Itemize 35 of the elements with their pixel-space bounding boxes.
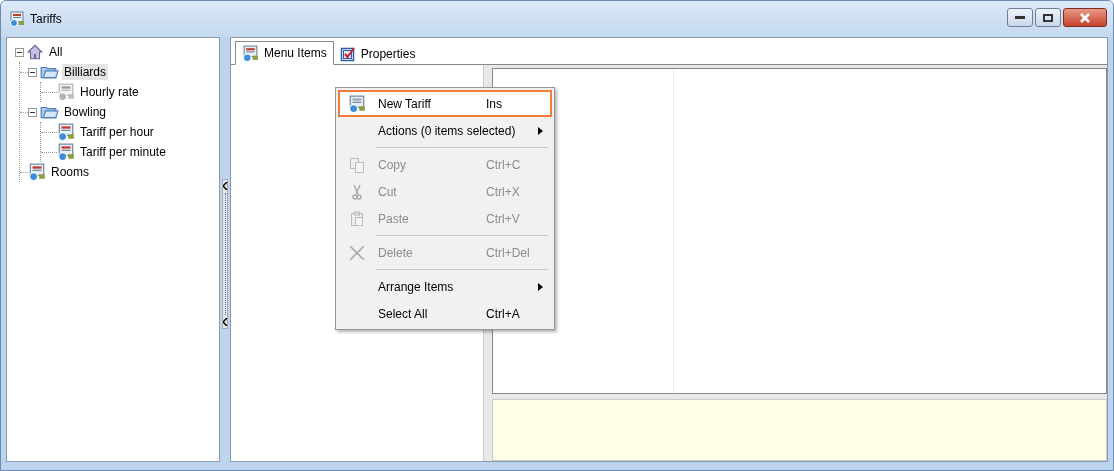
delete-icon (348, 243, 366, 262)
checkbox-icon (339, 46, 356, 62)
tariff-icon (348, 94, 366, 113)
minimize-button[interactable] (1007, 8, 1033, 27)
tab[interactable]: Properties (333, 43, 422, 65)
tree-item[interactable]: Rooms (49, 164, 91, 180)
submenu-arrow-icon (538, 126, 543, 135)
submenu-arrow-icon (538, 282, 543, 291)
tree-item[interactable]: Tariff per minute (78, 144, 168, 160)
scissors-icon (349, 183, 365, 200)
copy-icon (349, 156, 365, 173)
tree-item[interactable]: All (47, 44, 65, 60)
tree-item[interactable]: Billiards (62, 64, 108, 80)
window-title: Tariffs (30, 12, 62, 26)
maximize-icon (1043, 13, 1053, 22)
splitter-handle[interactable] (222, 178, 228, 329)
clipboard-icon (349, 210, 365, 227)
menu-item[interactable]: New Tariff Ins (338, 90, 552, 117)
tariff-icon (242, 44, 259, 62)
tab[interactable]: Menu Items (235, 41, 334, 65)
maximize-button[interactable] (1035, 8, 1061, 27)
collapse-icon[interactable] (15, 47, 24, 57)
close-button[interactable] (1063, 8, 1107, 27)
tree-item[interactable]: Hourly rate (78, 84, 141, 100)
tree-item[interactable]: Tariff per hour (78, 124, 156, 140)
close-icon (1079, 12, 1091, 23)
collapse-icon[interactable] (28, 67, 37, 77)
menu-item[interactable]: Select All Ctrl+A (338, 300, 552, 327)
minimize-icon (1015, 15, 1025, 20)
collapse-icon[interactable] (28, 107, 37, 117)
menu-item[interactable]: Arrange Items (338, 273, 552, 300)
tree-item[interactable]: Bowling (62, 104, 109, 120)
tariff-icon (9, 11, 25, 27)
house-icon (26, 43, 44, 61)
menu-item[interactable]: Actions (0 items selected) (338, 117, 552, 144)
